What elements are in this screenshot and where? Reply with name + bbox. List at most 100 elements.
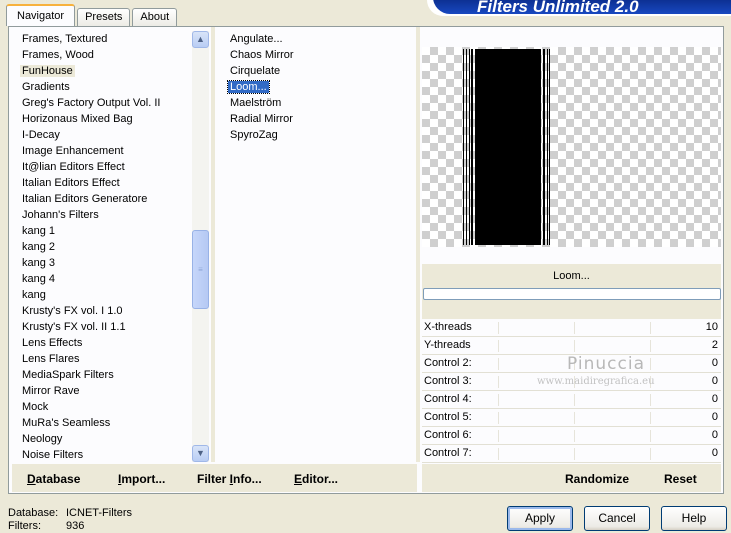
control-slider-row[interactable]: Control 6: 0	[422, 427, 721, 445]
category-scrollbar[interactable]: ▲ ≡ ▼	[192, 31, 209, 462]
watermark-url: www.maidiregrafica.eu	[537, 376, 655, 387]
category-item[interactable]: Frames, Wood	[12, 48, 192, 64]
filter-info-prefix: Filter	[197, 472, 230, 486]
scroll-up-button[interactable]: ▲	[192, 31, 209, 48]
category-label: kang 3	[22, 257, 56, 269]
control-label: Control 7:	[424, 447, 472, 459]
category-label: Krusty's FX vol. I 1.0	[22, 305, 123, 317]
filter-item[interactable]: SpyroZag	[220, 128, 410, 144]
category-label: Gradients	[22, 81, 70, 93]
category-item[interactable]: Lens Flares	[12, 352, 192, 368]
category-label: Mock	[22, 401, 49, 413]
category-label: Frames, Wood	[22, 49, 94, 61]
slider-tick	[574, 412, 575, 424]
category-item[interactable]: Italian Editors Effect	[12, 176, 192, 192]
filter-list[interactable]: Angulate... Chaos Mirror Cirquelate Loom...…	[220, 32, 410, 462]
column-divider	[416, 27, 420, 462]
filter-item[interactable]: Chaos Mirror	[220, 48, 410, 64]
control-value: 0	[711, 429, 718, 441]
category-label: Greg's Factory Output Vol. II	[22, 97, 161, 109]
category-item[interactable]: Krusty's FX vol. I 1.0	[12, 304, 192, 320]
control-value: 0	[711, 357, 718, 369]
filter-info-button[interactable]: Filter Info...	[197, 472, 262, 486]
help-button[interactable]: Help	[661, 506, 727, 531]
database-button[interactable]: Database	[27, 472, 80, 486]
editor-label: ditor...	[302, 472, 339, 486]
category-item[interactable]: kang 3	[12, 256, 192, 272]
control-slider-row[interactable]: Control 7: 0	[422, 445, 721, 463]
editor-accel: E	[294, 472, 303, 486]
category-label: Krusty's FX vol. II 1.1	[22, 321, 126, 333]
import-label: mport...	[121, 472, 166, 486]
filter-label: Chaos Mirror	[230, 49, 294, 61]
slider-tick	[650, 448, 651, 460]
category-item[interactable]: Image Enhancement	[12, 144, 192, 160]
tab-presets[interactable]: Presets	[77, 8, 131, 26]
category-item[interactable]: Krusty's FX vol. II 1.1	[12, 320, 192, 336]
control-value: 2	[711, 339, 718, 351]
category-label: MuRa's Seamless	[22, 417, 111, 429]
filter-item[interactable]: Cirquelate	[220, 64, 410, 80]
category-item[interactable]: Italian Editors Generatore	[12, 192, 192, 208]
category-item[interactable]: Horizonaus Mixed Bag	[12, 112, 192, 128]
category-item[interactable]: Mock	[12, 400, 192, 416]
category-item[interactable]: Noise Filters	[12, 448, 192, 462]
filter-item[interactable]: Radial Mirror	[220, 112, 410, 128]
editor-button[interactable]: Editor...	[294, 472, 338, 486]
tab-navigator[interactable]: Navigator	[6, 4, 76, 26]
tab-about[interactable]: About	[132, 8, 178, 26]
control-slider-row[interactable]: Control 5: 0	[422, 409, 721, 427]
filter-item[interactable]: Loom...	[220, 80, 410, 96]
preview-stripe	[463, 49, 464, 245]
category-item[interactable]: Frames, Textured	[12, 32, 192, 48]
reset-button[interactable]: Reset	[664, 472, 697, 486]
cancel-button[interactable]: Cancel	[584, 506, 650, 531]
filter-item[interactable]: Maelström	[220, 96, 410, 112]
randomize-button[interactable]: Randomize	[565, 472, 629, 486]
category-item[interactable]: FunHouse	[12, 64, 192, 80]
preview-black-block	[475, 49, 541, 245]
preview-stripe	[549, 49, 550, 245]
category-item[interactable]: Gradients	[12, 80, 192, 96]
control-value: 0	[711, 447, 718, 459]
filter-item[interactable]: Angulate...	[220, 32, 410, 48]
app-title: Filters Unlimited 2.0	[433, 0, 731, 16]
control-value: 10	[705, 321, 718, 333]
import-button[interactable]: Import...	[118, 472, 165, 486]
category-item[interactable]: MuRa's Seamless	[12, 416, 192, 432]
category-item[interactable]: kang 1	[12, 224, 192, 240]
category-item[interactable]: I-Decay	[12, 128, 192, 144]
category-item[interactable]: kang	[12, 288, 192, 304]
category-list[interactable]: Frames, Textured Frames, Wood FunHouse Grad…	[12, 32, 192, 462]
apply-button[interactable]: Apply	[507, 506, 573, 531]
category-item[interactable]: It@lian Editors Effect	[12, 160, 192, 176]
control-label: X-threads	[424, 321, 472, 333]
category-label: Mirror Rave	[22, 385, 80, 397]
control-value: 0	[711, 375, 718, 387]
category-item[interactable]: Johann's Filters	[12, 208, 192, 224]
control-slider-row[interactable]: X-threads 10	[422, 319, 721, 337]
category-label: kang	[22, 289, 46, 301]
slider-tick	[574, 430, 575, 442]
slider-tick	[574, 322, 575, 334]
category-item[interactable]: Mirror Rave	[12, 384, 192, 400]
control-label: Control 3:	[424, 375, 472, 387]
database-label: atabase	[35, 472, 81, 486]
category-label: It@lian Editors Effect	[22, 161, 125, 173]
scroll-down-button[interactable]: ▼	[192, 445, 209, 462]
category-item[interactable]: Greg's Factory Output Vol. II	[12, 96, 192, 112]
scroll-thumb[interactable]: ≡	[192, 230, 209, 309]
control-slider-row[interactable]: Control 4: 0	[422, 391, 721, 409]
category-item[interactable]: kang 2	[12, 240, 192, 256]
category-item[interactable]: Neology	[12, 432, 192, 448]
filter-label: SpyroZag	[230, 129, 278, 141]
category-label: Italian Editors Effect	[22, 177, 120, 189]
category-item[interactable]: MediaSpark Filters	[12, 368, 192, 384]
control-slider-row[interactable]: Y-threads 2	[422, 337, 721, 355]
control-label: Control 4:	[424, 393, 472, 405]
category-label: Lens Effects	[22, 337, 83, 349]
category-label: kang 4	[22, 273, 56, 285]
category-item[interactable]: Lens Effects	[12, 336, 192, 352]
category-item[interactable]: kang 4	[12, 272, 192, 288]
category-label: MediaSpark Filters	[22, 369, 114, 381]
